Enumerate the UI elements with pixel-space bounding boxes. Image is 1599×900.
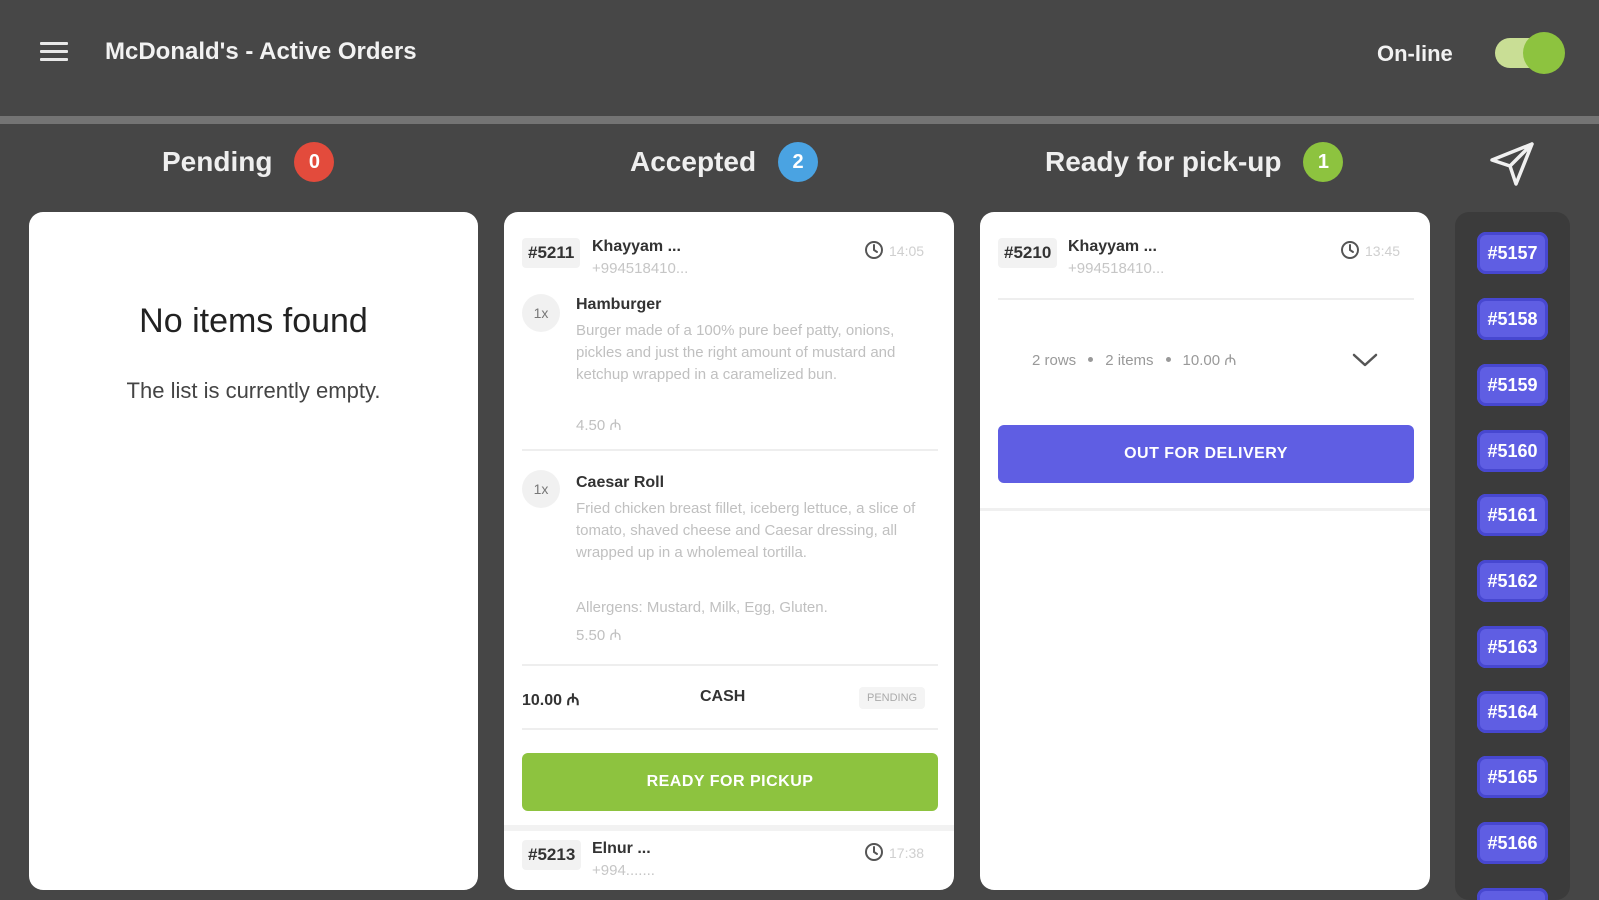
order-chip[interactable]: #5158: [1477, 298, 1548, 340]
customer-phone: +994518410...: [1068, 260, 1165, 277]
chevron-down-icon[interactable]: [1350, 350, 1380, 370]
menu-icon[interactable]: [40, 42, 68, 64]
order-time: 17:38: [889, 845, 925, 861]
online-label: On-line: [1377, 41, 1453, 66]
column-header-pending: Pending 0: [162, 142, 335, 182]
item-description: Fried chicken breast fillet, iceberg let…: [576, 500, 916, 561]
order-chip[interactable]: #5166: [1477, 822, 1548, 864]
order-chip[interactable]: #5164: [1477, 691, 1548, 733]
order-chip[interactable]: #5162: [1477, 560, 1548, 602]
pending-count-badge: 0: [294, 142, 335, 182]
online-toggle[interactable]: [1495, 32, 1565, 74]
status-badge: PENDING: [859, 687, 926, 709]
column-title: Ready for pick-up: [1045, 146, 1282, 177]
item-price: 4.50 ₼: [576, 417, 622, 434]
page-title: McDonald's - Active Orders: [105, 38, 417, 65]
ready-panel: #5210 Khayyam ... +994518410... 13:45 2 …: [980, 212, 1430, 890]
customer-phone: +994.......: [592, 862, 655, 879]
order-id: #5210: [998, 238, 1058, 268]
order-total: 10.00 ₼: [522, 692, 580, 709]
out-for-delivery-button[interactable]: OUT FOR DELIVERY: [998, 425, 1414, 483]
clock-icon: [865, 843, 883, 861]
item-name: Hamburger: [576, 296, 662, 313]
clock-icon: [1341, 241, 1359, 259]
order-chip[interactable]: #5163: [1477, 626, 1548, 668]
clock-icon: [865, 241, 883, 259]
order-chip[interactable]: #5157: [1477, 232, 1548, 274]
order-summary: 2 rows 2 items 10.00 ₼: [1032, 350, 1236, 370]
customer-name: Khayyam ...: [592, 238, 681, 255]
item-quantity: 1x: [522, 294, 560, 332]
header-divider: [0, 116, 1599, 124]
item-description: Burger made of a 100% pure beef patty, o…: [576, 322, 896, 383]
order-chip[interactable]: #5159: [1477, 364, 1548, 406]
order-chip[interactable]: #5161: [1477, 494, 1548, 536]
divider: [522, 728, 938, 730]
app-header: McDonald's - Active Orders On-line: [0, 0, 1599, 116]
accepted-panel: #5211 Khayyam ... +994518410... 14:05 1x…: [504, 212, 954, 890]
divider: [522, 664, 938, 666]
empty-state-subtitle: The list is currently empty.: [126, 378, 381, 403]
divider: [998, 298, 1414, 300]
payment-method: CASH: [700, 688, 746, 705]
summary-items: 2 items: [1105, 352, 1154, 369]
order-chip-sidebar: #5157 #5158 #5159 #5160 #5161 #5162 #516…: [1455, 212, 1570, 900]
order-id: #5211: [522, 238, 581, 268]
item-quantity: 1x: [522, 470, 560, 508]
toggle-knob: [1523, 32, 1565, 74]
item-allergens: Allergens: Mustard, Milk, Egg, Gluten.: [576, 599, 828, 616]
customer-name: Elnur ...: [592, 840, 651, 857]
summary-rows: 2 rows: [1032, 352, 1077, 369]
column-header-accepted: Accepted 2: [630, 142, 819, 182]
card-separator: [980, 508, 1430, 511]
order-id: #5213: [522, 840, 582, 870]
order-chip-partial[interactable]: [1477, 888, 1548, 900]
card-separator: [504, 825, 954, 831]
accepted-count-badge: 2: [778, 142, 819, 182]
pending-panel: No items found The list is currently emp…: [29, 212, 478, 890]
send-icon[interactable]: [1486, 138, 1538, 190]
customer-phone: +994518410...: [592, 260, 689, 277]
empty-state-title: No items found: [139, 302, 368, 340]
item-price: 5.50 ₼: [576, 627, 622, 644]
column-title: Pending: [162, 146, 273, 177]
ready-count-badge: 1: [1303, 142, 1344, 182]
order-chip[interactable]: #5165: [1477, 756, 1548, 798]
item-name: Caesar Roll: [576, 474, 665, 491]
column-title: Accepted: [630, 146, 757, 177]
order-chip[interactable]: #5160: [1477, 430, 1548, 472]
divider: [522, 449, 938, 451]
column-header-ready: Ready for pick-up 1: [1045, 142, 1344, 182]
summary-total: 10.00 ₼: [1182, 352, 1237, 369]
order-time: 14:05: [889, 243, 925, 259]
order-time: 13:45: [1365, 243, 1401, 259]
customer-name: Khayyam ...: [1068, 238, 1157, 255]
ready-for-pickup-button[interactable]: READY FOR PICKUP: [522, 753, 938, 811]
